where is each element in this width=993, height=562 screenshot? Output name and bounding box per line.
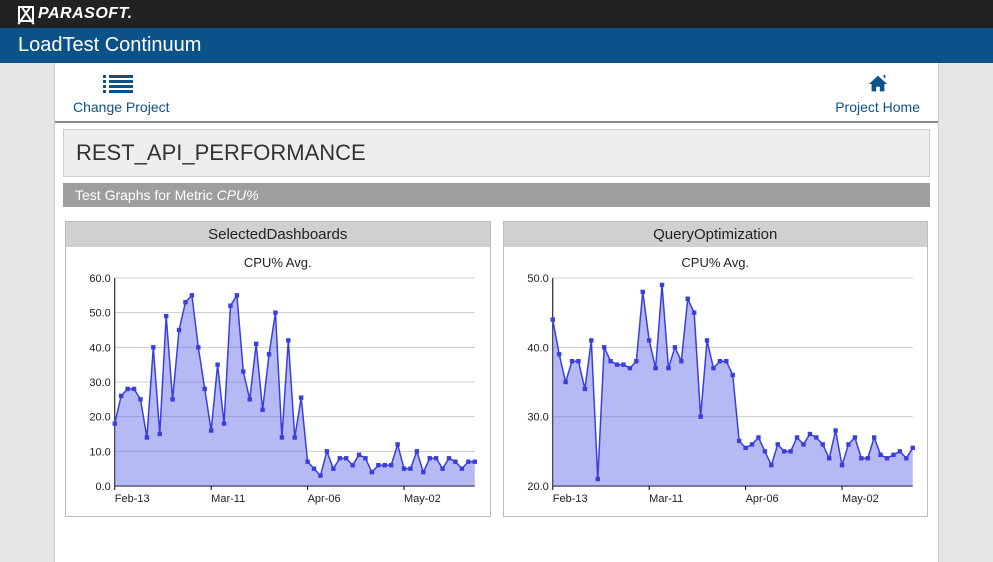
chart-1-panel-title: QueryOptimization xyxy=(504,222,928,247)
project-home-label: Project Home xyxy=(835,99,920,115)
app-title: LoadTest Continuum xyxy=(18,34,201,56)
svg-text:30.0: 30.0 xyxy=(89,377,110,389)
chart-0-panel-title: SelectedDashboards xyxy=(66,222,490,247)
svg-text:20.0: 20.0 xyxy=(89,412,110,424)
section-header: Test Graphs for Metric CPU% xyxy=(63,183,930,207)
svg-text:60.0: 60.0 xyxy=(89,273,110,285)
section-prefix: Test Graphs for Metric xyxy=(75,187,217,203)
svg-text:Apr-06: Apr-06 xyxy=(308,493,341,505)
chart-panel-0: SelectedDashboards CPU% Avg. 0.0 10.0 20.0… xyxy=(65,221,491,517)
svg-text:Mar-11: Mar-11 xyxy=(211,493,245,505)
svg-text:20.0: 20.0 xyxy=(527,481,548,493)
chart-0-plot: 0.0 10.0 20.0 30.0 40.0 50.0 60.0 Feb-13 Mar-11 A… xyxy=(72,272,484,512)
svg-text:30.0: 30.0 xyxy=(527,412,548,424)
content-panel: Change Project Project Home REST_API_PER… xyxy=(54,63,939,562)
svg-text:50.0: 50.0 xyxy=(89,308,110,320)
home-icon xyxy=(835,73,920,99)
toolbar: Change Project Project Home xyxy=(55,63,938,123)
svg-text:Feb-13: Feb-13 xyxy=(552,493,587,505)
svg-text:40.0: 40.0 xyxy=(89,342,110,354)
list-icon xyxy=(73,73,170,99)
brand-text: PARASOFT. xyxy=(38,5,133,23)
change-project-link[interactable]: Change Project xyxy=(73,73,170,115)
top-bar: PARASOFT. xyxy=(0,0,993,28)
section-metric: CPU% xyxy=(217,187,259,203)
brand-logo: PARASOFT. xyxy=(18,5,133,23)
svg-text:Apr-06: Apr-06 xyxy=(745,493,778,505)
project-home-link[interactable]: Project Home xyxy=(835,73,920,115)
chart-1-plot: 20.0 30.0 40.0 50.0 Feb-13 Mar-11 Apr-06 May-02 xyxy=(510,272,922,512)
parasoft-logo-icon xyxy=(18,6,34,22)
charts-row: SelectedDashboards CPU% Avg. 0.0 10.0 20.0… xyxy=(55,207,938,531)
svg-text:Mar-11: Mar-11 xyxy=(649,493,683,505)
change-project-label: Change Project xyxy=(73,99,170,115)
svg-text:10.0: 10.0 xyxy=(89,446,110,458)
project-name-text: REST_API_PERFORMANCE xyxy=(76,140,366,165)
chart-1-title: CPU% Avg. xyxy=(510,255,922,270)
project-title: REST_API_PERFORMANCE xyxy=(63,129,930,177)
chart-panel-1: QueryOptimization CPU% Avg. 20.0 30.0 40.0… xyxy=(503,221,929,517)
chart-0-title: CPU% Avg. xyxy=(72,255,484,270)
svg-text:40.0: 40.0 xyxy=(527,342,548,354)
svg-text:0.0: 0.0 xyxy=(95,481,110,493)
svg-text:May-02: May-02 xyxy=(404,493,441,505)
app-title-bar: LoadTest Continuum xyxy=(0,28,993,63)
svg-text:Feb-13: Feb-13 xyxy=(115,493,150,505)
svg-text:50.0: 50.0 xyxy=(527,273,548,285)
svg-text:May-02: May-02 xyxy=(842,493,879,505)
